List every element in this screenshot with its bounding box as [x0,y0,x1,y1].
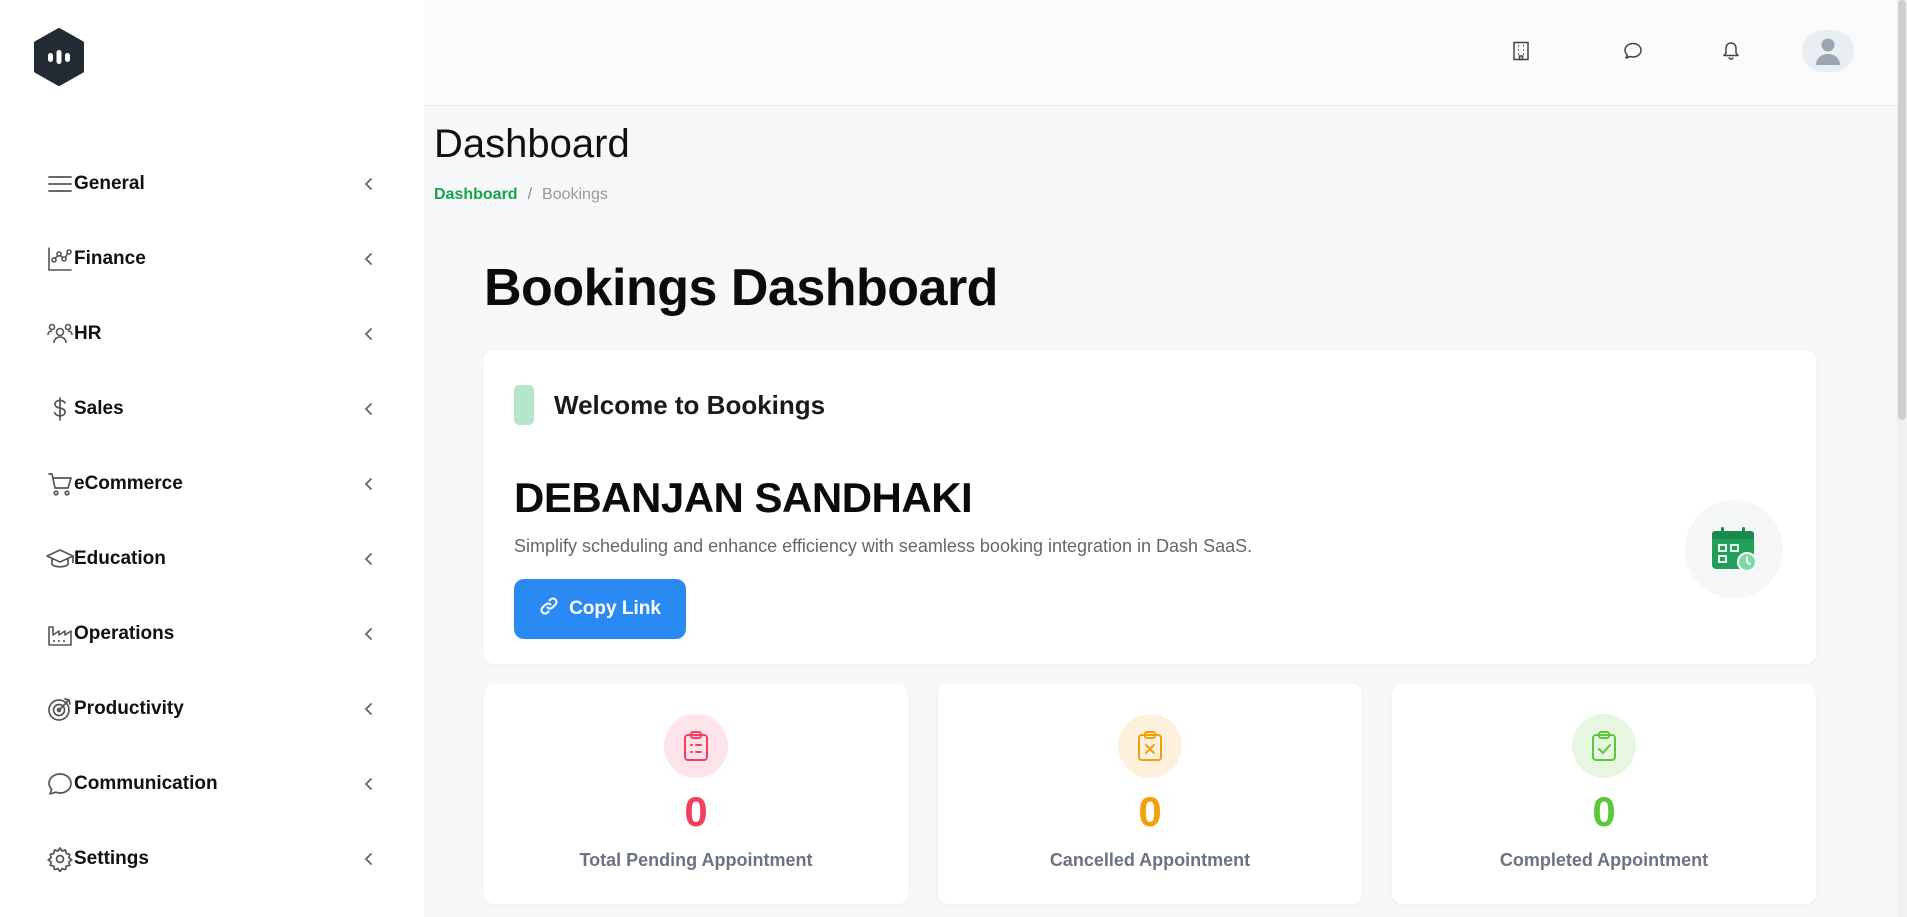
breadcrumb-link-dashboard[interactable]: Dashboard [434,186,518,204]
chevron-left-icon [362,627,376,641]
sidebar-item-label: General [74,172,145,194]
scrollbar-thumb[interactable] [1898,0,1906,420]
breadcrumb-separator: / [527,186,533,203]
menu-lines-icon [46,170,74,198]
dollar-icon [46,395,74,423]
topbar [424,0,1907,106]
sidebar-item-hr[interactable]: HR [0,296,424,371]
stat-label: Cancelled Appointment [1049,850,1251,870]
chevron-left-icon [362,777,376,791]
page-title: Dashboard [434,122,630,166]
sidebar: General Finance HR Sales eCommerce Educa… [0,0,424,917]
welcome-accent-bar [514,385,534,425]
calendar-clock-icon [1685,500,1783,598]
sidebar-item-label: Education [74,547,166,569]
clipboard-x-icon [1118,714,1182,778]
breadcrumb: Dashboard / Bookings [434,186,608,204]
building-icon[interactable] [1508,38,1534,64]
stat-label: Total Pending Appointment [579,850,813,870]
stat-value: 0 [684,788,708,835]
people-icon [46,320,74,348]
chevron-left-icon [362,327,376,341]
chevron-left-icon [362,852,376,866]
sidebar-item-education[interactable]: Education [0,521,424,596]
sidebar-item-label: Productivity [74,697,184,719]
app-logo-icon[interactable] [32,28,86,86]
factory-icon [46,620,74,648]
chevron-left-icon [362,402,376,416]
welcome-card: Welcome to Bookings DEBANJAN SANDHAKI Si… [484,350,1816,664]
stat-label: Completed Appointment [1499,850,1709,870]
sidebar-item-label: Finance [74,247,146,269]
copy-link-label: Copy Link [569,598,661,619]
bell-icon[interactable] [1718,38,1744,64]
stat-value: 0 [1138,788,1162,835]
sidebar-item-communication[interactable]: Communication [0,746,424,821]
sidebar-item-label: HR [74,322,102,344]
sidebar-item-label: Sales [74,397,124,419]
stat-card-cancelled: 0 Cancelled Appointment [938,684,1362,904]
chevron-left-icon [362,552,376,566]
welcome-description: Simplify scheduling and enhance efficien… [514,536,1253,556]
breadcrumb-current: Bookings [542,186,608,203]
sidebar-item-label: Operations [74,622,175,644]
graduation-cap-icon [46,545,74,573]
sidebar-item-productivity[interactable]: Productivity [0,671,424,746]
sidebar-item-operations[interactable]: Operations [0,596,424,671]
sidebar-item-ecommerce[interactable]: eCommerce [0,446,424,521]
chevron-left-icon [362,177,376,191]
sidebar-item-sales[interactable]: Sales [0,371,424,446]
page-scrollbar[interactable] [1897,0,1907,917]
clipboard-check-icon [1572,714,1636,778]
chevron-left-icon [362,252,376,266]
clipboard-list-icon [664,714,728,778]
sidebar-item-label: Communication [74,772,218,794]
stat-card-completed: 0 Completed Appointment [1392,684,1816,904]
cart-icon [46,470,74,498]
user-name: DEBANJAN SANDHAKI [514,474,973,521]
sidebar-nav: General Finance HR Sales eCommerce Educa… [0,146,424,896]
sidebar-item-general[interactable]: General [0,146,424,221]
main-content: Dashboard Dashboard / Bookings Bookings … [424,106,1907,917]
sidebar-item-label: Settings [74,847,149,869]
chat-bubble-icon [46,770,74,798]
sidebar-item-finance[interactable]: Finance [0,221,424,296]
target-icon [46,695,74,723]
chevron-left-icon [362,702,376,716]
chevron-left-icon [362,477,376,491]
sidebar-item-label: eCommerce [74,472,183,494]
gear-icon [46,845,74,873]
stat-value: 0 [1592,788,1616,835]
stat-card-pending: 0 Total Pending Appointment [484,684,908,904]
sidebar-item-settings[interactable]: Settings [0,821,424,896]
finance-chart-icon [46,245,74,273]
chat-icon[interactable] [1620,38,1646,64]
link-icon [539,596,559,622]
user-avatar-icon[interactable] [1802,30,1854,72]
welcome-title: Welcome to Bookings [554,390,826,420]
bookings-dashboard-heading: Bookings Dashboard [484,259,998,317]
copy-link-button[interactable]: Copy Link [514,579,686,639]
